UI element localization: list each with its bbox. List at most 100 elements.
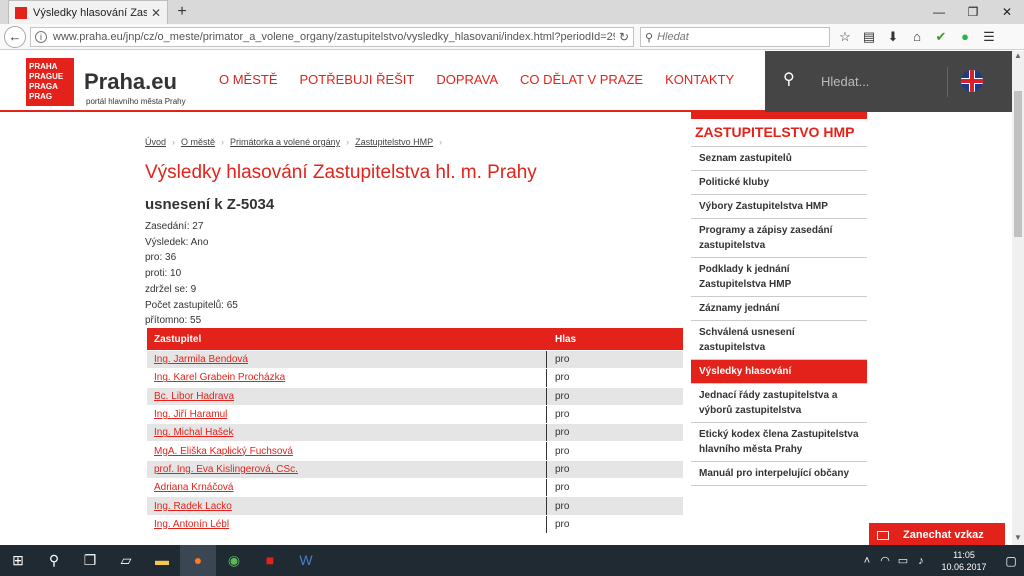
app-red-icon[interactable]: ■ (252, 545, 288, 576)
envelope-icon (877, 530, 889, 540)
file-explorer-icon[interactable]: ▬ (144, 545, 180, 576)
nav-co-delat-v-praze[interactable]: CO DĚLAT V PRAZE (509, 72, 654, 87)
meta-proti: proti: 10 (145, 268, 182, 280)
page-scrollbar[interactable]: ▲ ▼ (1012, 51, 1024, 545)
search-icon: ⚲ (645, 31, 654, 44)
system-tray: ˄ ◠ ▭ ♪ 11:05 10.06.2017 ▢ (858, 545, 1024, 576)
volume-icon[interactable]: ♪ (912, 555, 930, 567)
firefox-icon[interactable]: ● (180, 545, 216, 576)
new-tab-button[interactable]: + (172, 2, 192, 22)
sidebar-item-politicke-kluby[interactable]: Politické kluby (691, 171, 867, 195)
table-header: Zastupitel Hlas (147, 328, 683, 350)
home-icon[interactable]: ⌂ (908, 28, 926, 46)
breadcrumb: Úvod › O městě › Primátorka a volené org… (145, 137, 442, 147)
info-icon[interactable]: i (35, 31, 47, 43)
member-link[interactable]: Bc. Libor Hadrava (147, 387, 547, 405)
member-link[interactable]: Adriana Krnáčová (147, 479, 547, 497)
table-row: Ing. Karel Grabein Procházka pro (147, 368, 683, 387)
main-nav: O MĚSTĚ POTŘEBUJI ŘEŠIT DOPRAVA CO DĚLAT… (208, 72, 745, 87)
member-link[interactable]: Ing. Jarmila Bendová (147, 351, 547, 369)
browser-search-input[interactable]: ⚲ Hledat (640, 27, 830, 47)
browser-search-placeholder: Hledat (657, 31, 689, 43)
sidebar-item-manual[interactable]: Manuál pro interpelující občany (691, 462, 867, 486)
sidebar-item-eticky-kodex[interactable]: Etický kodex člena Zastupitelstva hlavní… (691, 423, 867, 462)
sidebar-item-programy[interactable]: Programy a zápisy zasedání zastupitelstv… (691, 219, 867, 258)
download-icon[interactable]: ⬇ (884, 28, 902, 46)
scroll-up-icon[interactable]: ▲ (1012, 51, 1024, 63)
meta-vysledek: Výsledek: Ano (145, 236, 209, 248)
close-window-icon[interactable]: ✕ (990, 0, 1024, 24)
search-icon[interactable]: ⚲ (36, 545, 72, 576)
nav-o-meste[interactable]: O MĚSTĚ (208, 72, 289, 87)
word-icon[interactable]: W (288, 545, 324, 576)
reading-list-icon[interactable]: ▤ (860, 28, 878, 46)
uk-flag-icon[interactable] (961, 70, 983, 92)
member-link[interactable]: Ing. Jiří Haramul (147, 405, 547, 424)
vote-summary: Zasedání: 27 Výsledek: Ano pro: 36 proti… (145, 219, 238, 329)
url-bar[interactable]: i www.praha.eu/jnp/cz/o_meste/primator_a… (30, 27, 634, 47)
menu-icon[interactable]: ☰ (980, 28, 998, 46)
app-green-icon[interactable]: ◉ (216, 545, 252, 576)
breadcrumb-separator: › (346, 137, 350, 147)
table-body: Ing. Jarmila Bendová pro Ing. Karel Grabe… (147, 350, 683, 533)
clock[interactable]: 11:05 10.06.2017 (936, 549, 992, 573)
scrollbar-thumb[interactable] (1014, 91, 1022, 237)
nav-kontakty[interactable]: KONTAKTY (654, 72, 745, 87)
vote-value: pro (555, 482, 570, 494)
resolution-heading: usnesení k Z-5034 (145, 196, 275, 213)
table-row: prof. Ing. Eva Kislingerová, CSc. pro (147, 459, 683, 479)
tray-chevron-icon[interactable]: ˄ (858, 555, 876, 567)
member-link[interactable]: MgA. Eliška Kaplický Fuchsová (147, 442, 547, 460)
member-link[interactable]: Ing. Antonín Lébl (147, 515, 547, 533)
sidebar-item-vysledky-hlasovani[interactable]: Výsledky hlasování (691, 360, 867, 384)
taskbar: ⊞ ⚲ ❐ ▱ ▬ ● ◉ ■ W ˄ ◠ ▭ ♪ 11:05 10.06.20… (0, 545, 1024, 576)
wifi-icon[interactable]: ◠ (876, 554, 894, 567)
site-logo-text[interactable]: Praha.eu (84, 69, 177, 95)
site-search-input[interactable]: Hledat... (821, 74, 869, 89)
minimize-icon[interactable]: — (922, 0, 956, 24)
extension-green-icon[interactable]: ● (956, 28, 974, 46)
browser-tab[interactable]: Výsledky hlasování Zastupite ✕ (8, 0, 168, 24)
close-tab-icon[interactable]: ✕ (151, 6, 161, 20)
member-link[interactable]: prof. Ing. Eva Kislingerová, CSc. (147, 460, 547, 479)
vote-value: pro (555, 354, 570, 366)
back-button[interactable]: ← (4, 26, 26, 48)
member-link[interactable]: Ing. Michal Hašek (147, 424, 547, 442)
reload-icon[interactable]: ↻ (615, 30, 633, 44)
nav-potrebuji-resit[interactable]: POTŘEBUJI ŘEŠIT (289, 72, 426, 87)
vote-value: pro (555, 500, 570, 512)
table-row: Bc. Libor Hadrava pro (147, 386, 683, 405)
task-view-icon[interactable]: ❐ (72, 545, 108, 576)
table-row: Adriana Krnáčová pro (147, 478, 683, 497)
site-search-icon[interactable]: ⚲ (783, 69, 803, 89)
sidebar-item-seznam-zastupitelu[interactable]: Seznam zastupitelů (691, 147, 867, 171)
member-link[interactable]: Ing. Radek Lacko (147, 497, 547, 515)
feedback-button[interactable]: Zanechat vzkaz (869, 523, 1005, 547)
notifications-icon[interactable]: ▢ (998, 554, 1024, 568)
breadcrumb-zastupitelstvo[interactable]: Zastupitelstvo HMP (355, 137, 433, 147)
sidebar-accent-bar (691, 112, 867, 119)
bookmark-star-icon[interactable]: ☆ (836, 28, 854, 46)
breadcrumb-uvod[interactable]: Úvod (145, 137, 166, 147)
browser-navbar: ← i www.praha.eu/jnp/cz/o_meste/primator… (0, 24, 1024, 50)
sidebar-item-vybory[interactable]: Výbory Zastupitelstva HMP (691, 195, 867, 219)
member-link[interactable]: Ing. Karel Grabein Procházka (147, 369, 547, 387)
sidebar-item-jednaci-rady[interactable]: Jednací řády zastupitelstva a výborů zas… (691, 384, 867, 423)
sidebar-item-zaznamy[interactable]: Záznamy jednání (691, 297, 867, 321)
restore-icon[interactable]: ❐ (956, 0, 990, 24)
nav-doprava[interactable]: DOPRAVA (425, 72, 509, 87)
table-row: Ing. Jiří Haramul pro (147, 404, 683, 424)
breadcrumb-primatorka[interactable]: Primátorka a volené orgány (230, 137, 340, 147)
app-icon[interactable]: ▱ (108, 545, 144, 576)
windows-start-icon[interactable]: ⊞ (0, 545, 36, 576)
sidebar-item-schvalena-usneseni[interactable]: Schválená usnesení zastupitelstva (691, 321, 867, 360)
battery-icon[interactable]: ▭ (894, 554, 912, 567)
breadcrumb-o-meste[interactable]: O městě (181, 137, 215, 147)
vote-value: pro (555, 445, 570, 457)
praha-logo[interactable]: PRAHA PRAGUE PRAGA PRAG (26, 58, 74, 106)
sidebar-item-podklady[interactable]: Podklady k jednání Zastupitelstva HMP (691, 258, 867, 297)
site-logo-subtitle: portál hlavního města Prahy (86, 97, 186, 106)
scroll-down-icon[interactable]: ▼ (1012, 533, 1024, 545)
extension-icon[interactable]: ✔ (932, 28, 950, 46)
column-header-hlas: Hlas (555, 333, 577, 345)
